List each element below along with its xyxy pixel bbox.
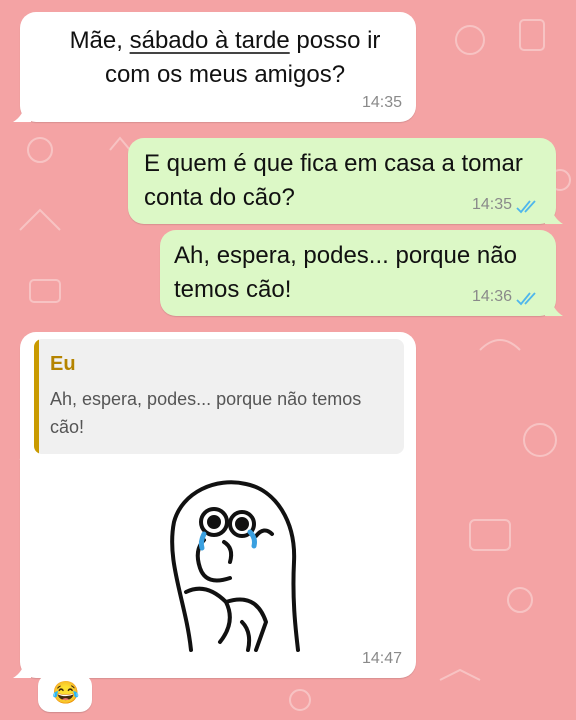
message-text-part: E quem é que fica em casa a tomar	[144, 150, 523, 177]
read-receipt-icon	[516, 200, 536, 214]
outgoing-message-2[interactable]: Ah, espera, podes... porque não temos cã…	[160, 230, 563, 316]
crying-meme-sticker[interactable]	[146, 472, 306, 652]
quote-author: Eu	[50, 353, 76, 375]
bubble-tail	[545, 298, 563, 316]
reaction-bubble[interactable]: 😂	[38, 674, 92, 712]
read-receipt-icon	[516, 292, 536, 306]
message-text-part: com os meus amigos?	[104, 61, 346, 88]
message-text-part: Ah, espera, podes... porque não	[174, 242, 517, 269]
message-text-part: Mãe,	[69, 27, 130, 54]
message-text: Ah, espera, podes... porque não temos cã…	[174, 239, 517, 307]
outgoing-message-1[interactable]: E quem é que fica em casa a tomar conta …	[128, 138, 563, 224]
message-text-part: temos cão!	[174, 276, 292, 303]
quoted-message[interactable]: Eu Ah, espera, podes... porque não temos…	[34, 339, 404, 454]
laughing-emoji-icon: 😂	[52, 680, 80, 705]
message-text-part: conta do cão?	[144, 184, 295, 211]
message-time: 14:35	[361, 94, 402, 111]
bubble-tail	[13, 104, 31, 122]
quote-text: Ah, espera, podes... porque não temos cã…	[50, 389, 362, 437]
message-time: 14:47	[361, 650, 402, 667]
incoming-message-2[interactable]: Eu Ah, espera, podes... porque não temos…	[13, 332, 416, 678]
incoming-message-1[interactable]: Mãe, sábado à tarde posso ir com os meus…	[13, 12, 416, 122]
message-time: 14:36	[471, 288, 512, 305]
message-text-part: posso ir	[289, 27, 381, 54]
bubble-tail	[545, 206, 563, 224]
date-link[interactable]: sábado à tarde	[130, 27, 290, 54]
message-text: E quem é que fica em casa a tomar conta …	[144, 147, 523, 215]
bubble-tail	[13, 660, 31, 678]
quote-accent-bar	[34, 339, 39, 454]
message-text: Mãe, sábado à tarde posso ir com os meus…	[40, 24, 410, 92]
message-time: 14:35	[471, 196, 512, 213]
